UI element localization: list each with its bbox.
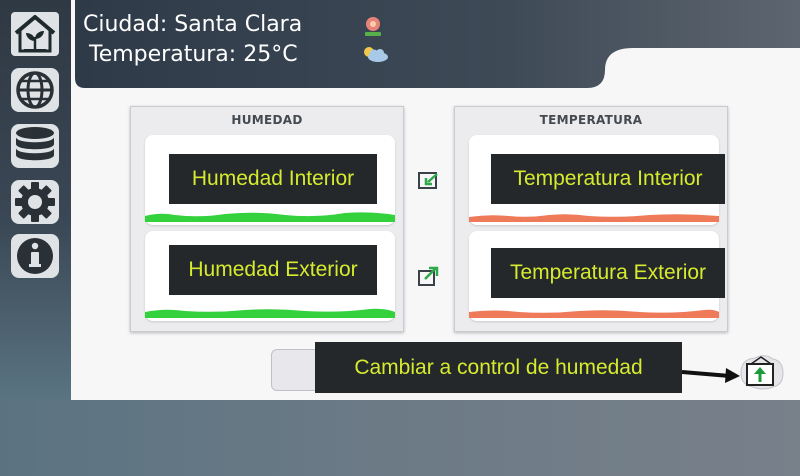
- humidity-exterior-card[interactable]: Humedad Exterior: [145, 231, 395, 321]
- gear-icon: [11, 180, 59, 224]
- humidity-exterior-label[interactable]: Humedad Exterior: [169, 245, 377, 295]
- globe-icon: [11, 68, 59, 112]
- sidebar-item-globe[interactable]: [9, 68, 61, 112]
- flower-icon: [365, 17, 381, 36]
- humidity-interior-label[interactable]: Humedad Interior: [169, 154, 377, 204]
- humidity-exterior-wave: [145, 308, 395, 318]
- temperature-interior-card[interactable]: Temperatura Interior: [469, 135, 725, 225]
- sidebar-item-greenhouse[interactable]: [9, 12, 61, 56]
- greenhouse-up-icon[interactable]: [739, 355, 785, 391]
- sidebar-item-database[interactable]: [9, 124, 61, 168]
- temperature-exterior-label[interactable]: Temperatura Exterior: [491, 248, 725, 298]
- pointer-arrow: [682, 368, 740, 383]
- humidity-interior-wave: [145, 212, 395, 222]
- sidebar-item-info[interactable]: [9, 234, 61, 278]
- temperature-panel: TEMPERATURA Temperatura Interior Tempera…: [454, 106, 728, 332]
- import-icon[interactable]: [417, 170, 441, 192]
- greenhouse-icon: [11, 12, 59, 56]
- sidebar-item-settings[interactable]: [9, 180, 61, 224]
- temperature-panel-title: TEMPERATURA: [539, 113, 643, 127]
- city-label: Ciudad: Santa Clara: [83, 12, 303, 37]
- header: Ciudad: Santa Clara Temperatura: 25°C: [75, 0, 800, 90]
- info-icon: [11, 234, 59, 278]
- humidity-panel-title: HUMEDAD: [231, 113, 303, 127]
- temperature-interior-label[interactable]: Temperatura Interior: [491, 154, 725, 204]
- temperature-interior-wave: [469, 214, 719, 222]
- humidity-interior-card[interactable]: Humedad Interior: [145, 135, 395, 225]
- temperature-exterior-wave: [469, 309, 719, 318]
- switch-control-tooltip: Cambiar a control de humedad: [315, 342, 682, 393]
- temperature-exterior-card[interactable]: Temperatura Exterior: [469, 231, 725, 321]
- sidebar: [0, 0, 71, 400]
- temperature-label: Temperatura: 25°C: [89, 42, 298, 67]
- humidity-panel: HUMEDAD Humedad Interior Humedad Exterio…: [130, 106, 404, 332]
- cloud-icon: [364, 47, 388, 62]
- database-icon: [11, 124, 59, 168]
- export-icon[interactable]: [417, 265, 441, 287]
